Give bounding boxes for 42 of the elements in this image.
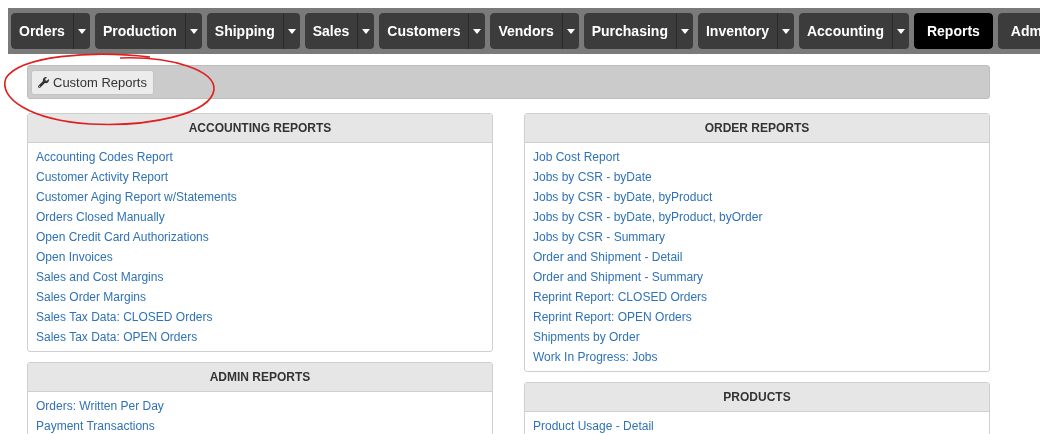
nav-tab[interactable]: Vendors — [490, 13, 562, 49]
report-link[interactable]: Orders Closed Manually — [36, 207, 165, 227]
report-link[interactable]: Open Invoices — [36, 247, 113, 267]
panel-title: ACCOUNTING REPORTS — [28, 114, 492, 143]
report-link[interactable]: Jobs by CSR - byDate — [533, 167, 652, 187]
custom-reports-button[interactable]: Custom Reports — [31, 69, 154, 95]
nav-tab[interactable]: Production — [94, 13, 185, 49]
nav-tab[interactable]: Orders — [11, 13, 73, 49]
report-link[interactable]: Work In Progress: Jobs — [533, 347, 658, 367]
panel-title: ORDER REPORTS — [525, 114, 989, 143]
nav-tab[interactable]: Reports — [913, 13, 993, 49]
panel-title: PRODUCTS — [525, 383, 989, 412]
nav-tab[interactable]: Inventory — [697, 13, 777, 49]
report-link[interactable]: Accounting Codes Report — [36, 147, 173, 167]
wrench-icon — [38, 76, 49, 88]
report-link[interactable]: Sales Order Margins — [36, 287, 147, 307]
nav-tab[interactable]: Shipping — [206, 13, 283, 49]
report-link[interactable]: Payment Transactions — [36, 416, 155, 434]
report-link[interactable]: Order and Shipment - Summary — [533, 267, 704, 287]
report-link[interactable]: Open Credit Card Authorizations — [36, 227, 209, 247]
report-link[interactable]: Reprint Report: CLOSED Orders — [533, 287, 708, 307]
report-link[interactable]: Sales Tax Data: CLOSED Orders — [36, 307, 213, 327]
report-link[interactable]: Jobs by CSR - Summary — [533, 227, 666, 247]
nav-tab[interactable]: Accounting — [798, 13, 892, 49]
report-link[interactable]: Reprint Report: OPEN Orders — [533, 307, 692, 327]
report-link[interactable]: Shipments by Order — [533, 327, 640, 347]
nav-tab[interactable]: Customers — [379, 13, 469, 49]
panel-title: ADMIN REPORTS — [28, 363, 492, 392]
report-link[interactable]: Jobs by CSR - byDate, byProduct — [533, 187, 713, 207]
report-link[interactable]: Product Usage - Detail — [533, 416, 654, 434]
report-link[interactable]: Job Cost Report — [533, 147, 620, 167]
nav-tab[interactable]: Sales — [304, 13, 358, 49]
nav-tab[interactable]: Purchasing — [583, 13, 676, 49]
report-link[interactable]: Order and Shipment - Detail — [533, 247, 683, 267]
report-link[interactable]: Jobs by CSR - byDate, byProduct, byOrder — [533, 207, 763, 227]
report-link[interactable]: Orders: Written Per Day — [36, 396, 164, 416]
dropdown-caret-icon[interactable] — [468, 13, 486, 49]
report-link[interactable]: Customer Activity Report — [36, 167, 169, 187]
report-link[interactable]: Sales Tax Data: OPEN Orders — [36, 327, 198, 347]
report-link[interactable]: Sales and Cost Margins — [36, 267, 164, 287]
dropdown-caret-icon[interactable] — [357, 13, 375, 49]
report-link[interactable]: Customer Aging Report w/Statements — [36, 187, 237, 207]
